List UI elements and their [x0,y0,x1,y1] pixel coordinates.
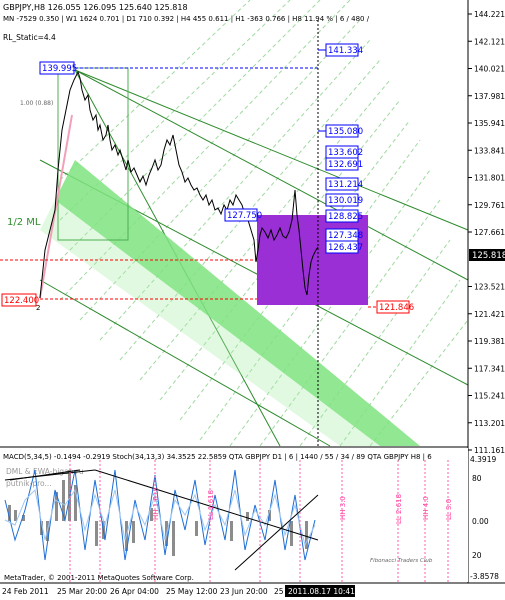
time-axis: 24 Feb 2011 25 Mar 20:00 26 Apr 04:00 25… [2,587,284,596]
price-tick-label: 140.021 [474,65,505,74]
tag-hh-3: HH 3.0 [339,496,347,520]
chart-header-line1: GBPJPY,H8 126.055 126.095 125.640 125.81… [3,3,188,12]
current-price-label: 125.818 [472,251,505,261]
level-label: 130.019 [328,196,363,206]
tag-hh-1618: HH 1.618 [152,487,160,520]
chart-header-line3: RL_Static=4.4 [3,33,56,42]
time-label: 26 Apr 04:00 [110,587,159,596]
time-label: 24 Feb 2011 [2,587,49,596]
low-price-label: 122.400 [4,296,39,306]
level-label: 141.334 [328,46,363,56]
time-label: 23 Jun 20:00 [220,587,268,596]
time-label: 25 Mar 20:00 [57,587,107,596]
ind-scale-zero: 0.00 [472,517,489,526]
terminal-window: 141.334 135.080 133.602 132.691 131.214 … [0,0,505,600]
price-tick-label: 137.981 [474,92,505,101]
tag-ll-3: LL 3.0 [445,499,453,520]
price-tick-label: 131.801 [474,174,505,183]
price-tick-label: 119.381 [474,337,505,346]
point-two-label: 2 [36,304,40,312]
tag-ll-1618: LL 1.618 [207,490,215,520]
chart-header-line2: MN -7529 0.350 | W1 1624 0.701 | D1 710 … [3,15,370,23]
price-axis: 144.221 142.121 140.021 137.981 135.941 133.8… [468,10,505,455]
price-tick-label: 111.161 [474,446,505,455]
indicator-legend-2: putnik-pro... [6,479,52,488]
price-tick-label: 133.841 [474,146,505,155]
price-tick-label: 113.201 [474,419,505,428]
level-label: 126.437 [328,243,363,253]
price-tick-label: 129.761 [474,201,505,210]
level-label: 133.602 [328,148,363,158]
half-ml-label: 1/2 ML [7,217,41,228]
tag-hh-4: HH 4.0 [422,496,430,520]
price-tick-label: 123.521 [474,283,505,292]
ind-scale-80: 80 [472,474,482,483]
chart-canvas[interactable]: 141.334 135.080 133.602 132.691 131.214 … [0,0,505,600]
fib-100-label: 1.00 (0.88) [20,100,53,107]
ind-scale-bottom: -3.8578 [470,572,499,581]
level-label: 127.348 [328,231,363,241]
time-label: 25 [274,587,284,596]
price-tick-label: 142.121 [474,37,505,46]
level-label: 131.214 [328,180,363,190]
price-tick-label: 127.661 [474,228,505,237]
time-cursor-label: 2011.08.17 10:41 [288,587,355,596]
price-tick-label: 121.421 [474,310,505,319]
indicator-header: MACD(5,34,5) -0.1494 -0.2919 Stoch(34,13… [3,453,432,461]
price-tick-label: 115.241 [474,392,505,401]
price-tick-label: 117.341 [474,364,505,373]
level-label: 132.691 [328,160,363,170]
high-price-label: 139.995 [42,64,77,74]
indicator-watermark: Fibonacci Traders Club [370,558,433,564]
mid-price-label: 127.750 [227,211,262,221]
copyright-text: MetaTrader, © 2001-2011 MetaQuotes Softw… [4,574,194,582]
price-tick-label: 144.221 [474,10,505,19]
level-label: 121.846 [379,303,414,313]
ind-scale-20: 20 [472,551,482,560]
time-label: 25 May 12:00 [166,587,218,596]
price-tick-label: 135.941 [474,119,505,128]
tag-ll-2618: LL 2.618 [395,494,403,524]
ind-scale-top: 4.3919 [470,455,496,464]
level-label: 135.080 [328,127,363,137]
level-label: 128.825 [328,212,363,222]
